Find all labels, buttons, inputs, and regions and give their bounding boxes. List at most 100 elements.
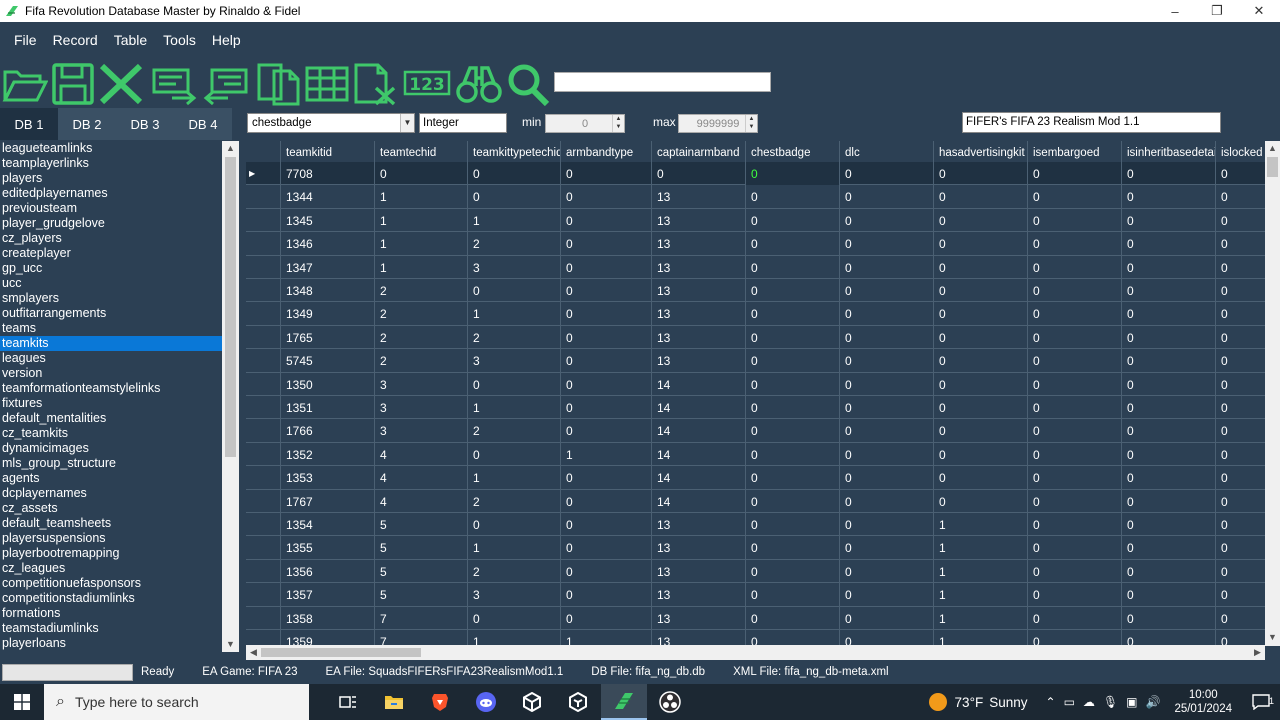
grid-cell[interactable]: 0 bbox=[840, 536, 934, 560]
grid-cell[interactable]: 0 bbox=[561, 162, 652, 185]
column-header-captainarmband[interactable]: captainarmband bbox=[652, 141, 746, 162]
grid-cell[interactable]: 0 bbox=[840, 466, 934, 490]
grid-vertical-scrollbar[interactable]: ▲ ▼ bbox=[1265, 141, 1280, 646]
table-list-item[interactable]: teamplayerlinks bbox=[0, 156, 222, 171]
grid-cell[interactable]: 13 bbox=[652, 513, 746, 536]
grid-cell[interactable]: 1767 bbox=[281, 489, 375, 513]
column-header-isembargoed[interactable]: isembargoed bbox=[1028, 141, 1122, 162]
grid-cell[interactable]: 0 bbox=[1122, 162, 1216, 185]
grid-cell[interactable]: 3 bbox=[468, 255, 561, 279]
volume-icon[interactable]: 🔊 bbox=[1145, 695, 1160, 709]
grid-cell[interactable]: 0 bbox=[1028, 255, 1122, 279]
grid-cell[interactable]: 1 bbox=[468, 396, 561, 419]
grid-cell[interactable]: 1357 bbox=[281, 583, 375, 607]
grid-cell[interactable]: 0 bbox=[1028, 513, 1122, 536]
table-list-item[interactable]: player_grudgelove bbox=[0, 216, 222, 231]
menu-table[interactable]: Table bbox=[114, 32, 147, 48]
chevron-up-icon[interactable]: ⌃ bbox=[1046, 695, 1056, 709]
row-header[interactable] bbox=[246, 255, 281, 279]
table-list-item[interactable]: agents bbox=[0, 471, 222, 486]
copy-icon[interactable] bbox=[256, 62, 302, 106]
row-header[interactable] bbox=[246, 279, 281, 302]
grid-cell[interactable]: 0 bbox=[1122, 372, 1216, 396]
grid-cell[interactable]: 0 bbox=[1122, 302, 1216, 326]
grid-cell[interactable]: 1 bbox=[468, 536, 561, 560]
table-list-item[interactable]: ucc bbox=[0, 276, 222, 291]
table-row[interactable]: 1349 2 1 0 13 0 0 0 0 0 0 bbox=[246, 302, 1276, 326]
chevron-down-icon[interactable]: ▼ bbox=[400, 114, 414, 132]
scroll-down-arrow-icon[interactable]: ▼ bbox=[222, 637, 239, 652]
search-input[interactable] bbox=[554, 72, 771, 92]
column-header-hasadvertisingkit[interactable]: hasadvertisingkit bbox=[934, 141, 1028, 162]
grid-cell[interactable]: 1359 bbox=[281, 630, 375, 646]
open-folder-icon[interactable] bbox=[2, 62, 49, 106]
grid-cell[interactable]: 4 bbox=[375, 489, 468, 513]
table-row[interactable]: 1353 4 1 0 14 0 0 0 0 0 0 bbox=[246, 466, 1276, 490]
table-row[interactable]: 1359 7 1 1 13 0 0 1 0 0 0 bbox=[246, 630, 1276, 646]
table-list-item[interactable]: playerbootremapping bbox=[0, 546, 222, 561]
grid-cell[interactable]: 0 bbox=[934, 489, 1028, 513]
grid-vertical-scroll-thumb[interactable] bbox=[1267, 157, 1278, 177]
grid-cell[interactable]: 5 bbox=[375, 559, 468, 583]
grid-cell[interactable]: 0 bbox=[1122, 419, 1216, 443]
grid-cell[interactable]: 1 bbox=[375, 232, 468, 256]
table-list-item[interactable]: leagues bbox=[0, 351, 222, 366]
grid-cell[interactable]: 0 bbox=[934, 185, 1028, 209]
table-list-item[interactable]: competitionstadiumlinks bbox=[0, 591, 222, 606]
grid-cell[interactable]: 14 bbox=[652, 372, 746, 396]
grid-cell[interactable]: 7 bbox=[375, 630, 468, 646]
grid-cell[interactable]: 5745 bbox=[281, 349, 375, 373]
grid-cell[interactable]: 0 bbox=[840, 162, 934, 185]
column-header-isinheritbasedetail[interactable]: isinheritbasedetail bbox=[1122, 141, 1216, 162]
grid-cell[interactable]: 0 bbox=[1122, 466, 1216, 490]
grid-cell[interactable]: 0 bbox=[934, 419, 1028, 443]
table-list-item[interactable]: createplayer bbox=[0, 246, 222, 261]
grid-cell[interactable]: 0 bbox=[1028, 325, 1122, 349]
grid-cell[interactable]: 0 bbox=[1122, 396, 1216, 419]
column-header-chestbadge[interactable]: chestbadge bbox=[746, 141, 840, 162]
grid-cell[interactable]: 0 bbox=[468, 372, 561, 396]
grid-cell[interactable]: 0 bbox=[1122, 349, 1216, 373]
grid-cell[interactable]: 1 bbox=[468, 466, 561, 490]
grid-cell[interactable]: 4 bbox=[375, 466, 468, 490]
min-spinner-icon[interactable]: ▲ ▼ bbox=[612, 115, 624, 132]
grid-cell[interactable]: 0 bbox=[840, 279, 934, 302]
row-header[interactable] bbox=[246, 232, 281, 256]
row-header[interactable] bbox=[246, 606, 281, 630]
table-list-item[interactable]: playersuspensions bbox=[0, 531, 222, 546]
table-list-item[interactable]: default_mentalities bbox=[0, 411, 222, 426]
grid-cell[interactable]: 1 bbox=[934, 536, 1028, 560]
row-header[interactable] bbox=[246, 208, 281, 232]
grid-cell[interactable]: 0 bbox=[840, 513, 934, 536]
grid-cell[interactable]: 0 bbox=[1122, 442, 1216, 466]
grid-cell[interactable]: 0 bbox=[746, 185, 840, 209]
grid-cell[interactable]: 1 bbox=[375, 255, 468, 279]
table-list-item[interactable]: teamstadiumlinks bbox=[0, 621, 222, 636]
grid-cell[interactable]: 0 bbox=[746, 349, 840, 373]
grid-cell[interactable]: 2 bbox=[468, 489, 561, 513]
grid-cell[interactable]: 0 bbox=[840, 325, 934, 349]
grid-cell[interactable]: 0 bbox=[561, 255, 652, 279]
grid-horizontal-scrollbar[interactable]: ◀ ▶ bbox=[246, 645, 1265, 660]
grid-cell[interactable]: 0 bbox=[1028, 583, 1122, 607]
grid-cell[interactable]: 0 bbox=[561, 349, 652, 373]
field-select[interactable]: chestbadge ▼ bbox=[247, 113, 415, 133]
grid-corner[interactable] bbox=[246, 141, 281, 162]
grid-cell[interactable]: 0 bbox=[1122, 583, 1216, 607]
grid-cell[interactable]: 0 bbox=[561, 208, 652, 232]
obs-icon[interactable] bbox=[647, 684, 693, 720]
grid-cell[interactable]: 1765 bbox=[281, 325, 375, 349]
grid-horizontal-scroll-thumb[interactable] bbox=[261, 648, 421, 657]
tab-db-3[interactable]: DB 3 bbox=[116, 108, 174, 140]
row-header[interactable] bbox=[246, 302, 281, 326]
grid-cell[interactable]: 0 bbox=[746, 442, 840, 466]
table-row[interactable]: 1346 1 2 0 13 0 0 0 0 0 0 bbox=[246, 232, 1276, 256]
grid-cell[interactable]: 0 bbox=[1028, 606, 1122, 630]
grid-scroll-up-icon[interactable]: ▲ bbox=[1265, 141, 1280, 156]
numbers-icon[interactable]: 123 bbox=[402, 62, 452, 106]
table-list-item[interactable]: mls_group_structure bbox=[0, 456, 222, 471]
table-list-item[interactable]: outfitarrangements bbox=[0, 306, 222, 321]
grid-cell[interactable]: 0 bbox=[561, 559, 652, 583]
grid-cell[interactable]: 0 bbox=[746, 302, 840, 326]
grid-cell[interactable]: 2 bbox=[375, 349, 468, 373]
